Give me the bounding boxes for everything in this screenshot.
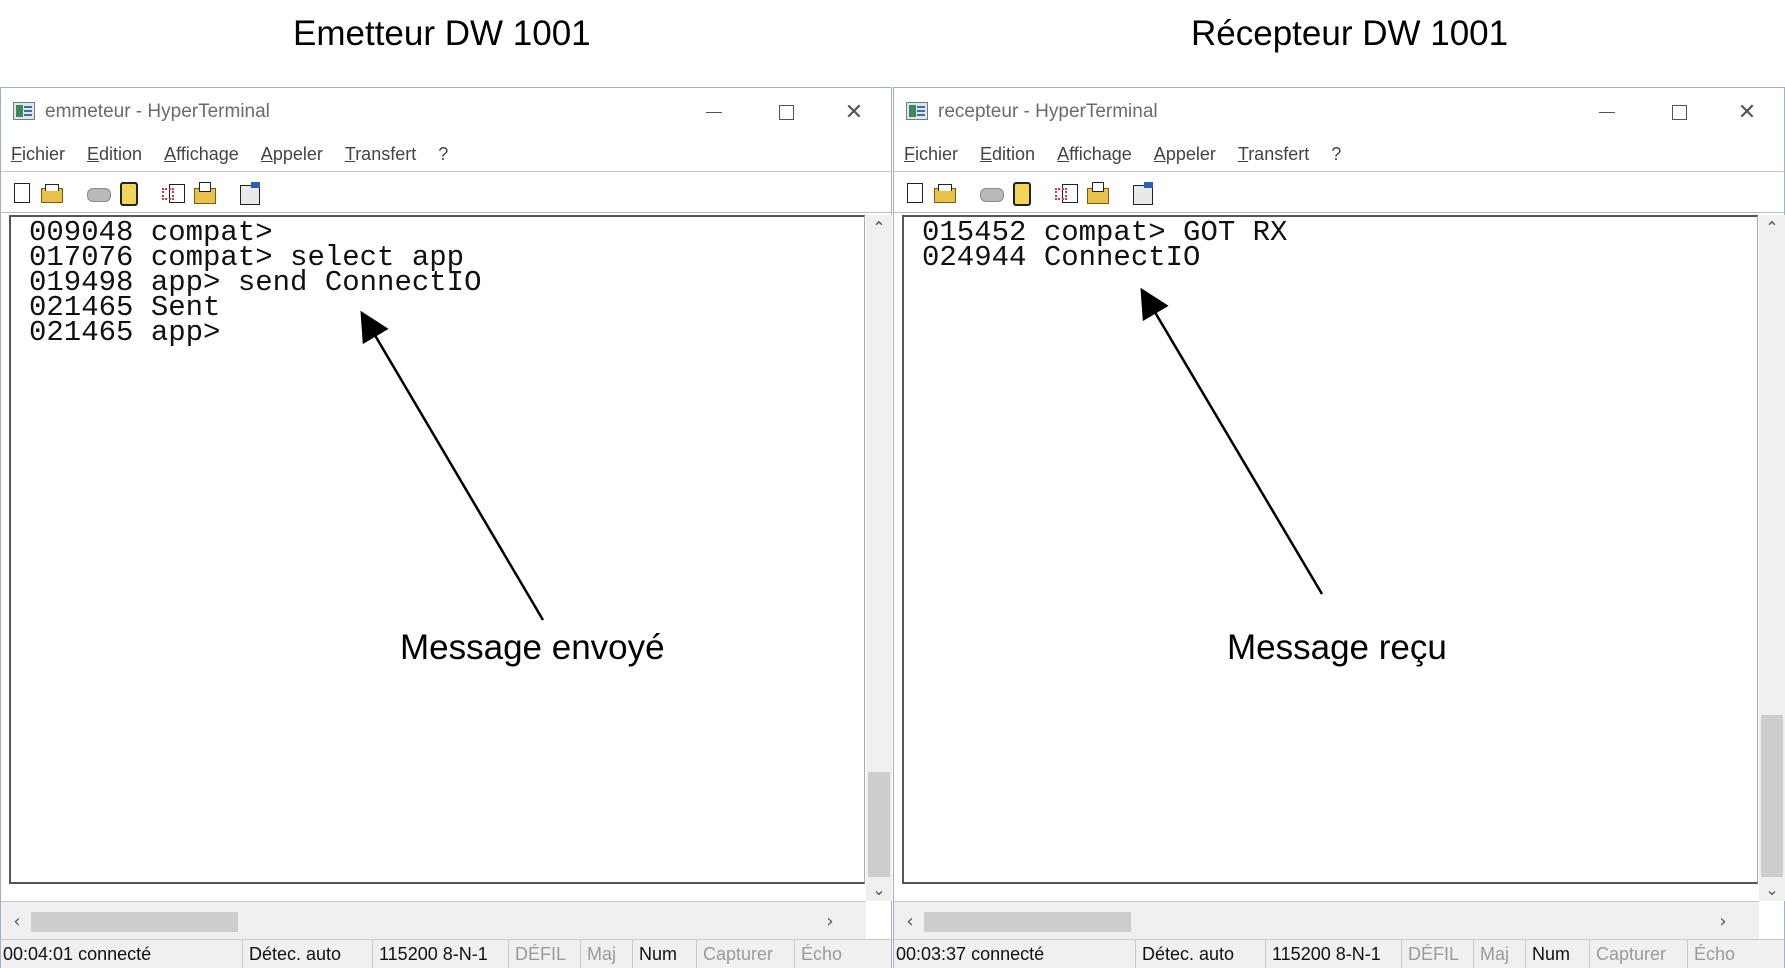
terminal-area[interactable]: 009048 compat> 017076 compat> select app…: [9, 215, 865, 884]
scroll-right-icon[interactable]: ›: [818, 909, 842, 933]
send-file-icon[interactable]: [1054, 180, 1080, 206]
scroll-up-icon[interactable]: ⌃: [866, 215, 892, 239]
vertical-scroll-thumb[interactable]: [868, 772, 890, 877]
close-icon: ✕: [844, 99, 864, 125]
caption-receiver: Récepteur DW 1001: [1191, 14, 1509, 53]
status-caps: Maj: [581, 939, 633, 968]
menu-fichier[interactable]: Fichier: [904, 144, 958, 165]
hyperterminal-icon[interactable]: [13, 102, 35, 120]
menu-transfert[interactable]: Transfert: [1238, 144, 1309, 165]
scroll-up-icon[interactable]: ⌃: [1759, 215, 1785, 239]
annotation-sent: Message envoyé: [400, 628, 665, 667]
window-emitter: emmeteur - HyperTerminal ✕ Fichier Editi…: [0, 87, 892, 968]
window-title: recepteur - HyperTerminal: [938, 101, 1158, 122]
scroll-left-icon[interactable]: ‹: [5, 909, 29, 933]
phone-icon[interactable]: [85, 180, 111, 206]
terminal-area[interactable]: 015452 compat> GOT RX 024944 ConnectIO: [902, 215, 1758, 884]
scroll-right-icon[interactable]: ›: [1711, 909, 1735, 933]
maximize-button[interactable]: [1646, 92, 1712, 132]
properties-icon[interactable]: [1130, 180, 1156, 206]
terminal-line: 024944 ConnectIO: [922, 241, 1201, 274]
vertical-scrollbar[interactable]: ⌃ ⌄: [866, 215, 892, 901]
horizontal-scrollbar[interactable]: ‹ ›: [1, 901, 866, 939]
menu-edition[interactable]: Edition: [980, 144, 1035, 165]
menu-bar: Fichier Edition Affichage Appeler Transf…: [1, 138, 891, 172]
properties-icon[interactable]: [237, 180, 263, 206]
terminal-line: 021465 app>: [29, 316, 221, 349]
status-port: 115200 8-N-1: [1266, 939, 1402, 968]
status-connection: 00:03:37 connecté: [894, 939, 1136, 968]
status-port: 115200 8-N-1: [373, 939, 509, 968]
menu-appeler[interactable]: Appeler: [1154, 144, 1216, 165]
minimize-icon: [1599, 111, 1615, 113]
status-echo: Écho: [1694, 944, 1736, 964]
toolbar: [1, 173, 891, 213]
horizontal-scrollbar[interactable]: ‹ ›: [894, 901, 1759, 939]
status-capture: Capturer: [697, 939, 795, 968]
send-file-icon[interactable]: [161, 180, 187, 206]
open-icon[interactable]: [932, 180, 958, 206]
status-connection: 00:04:01 connecté: [1, 939, 243, 968]
status-num: Num: [633, 939, 697, 968]
status-scroll: DÉFIL: [509, 939, 581, 968]
status-detect: Détec. auto: [1136, 939, 1266, 968]
new-icon[interactable]: [902, 180, 928, 206]
vertical-scroll-thumb[interactable]: [1761, 715, 1783, 877]
annotation-received: Message reçu: [1227, 628, 1447, 667]
minimize-icon: [706, 111, 722, 113]
hyperterminal-icon[interactable]: [906, 102, 928, 120]
menu-appeler[interactable]: Appeler: [261, 144, 323, 165]
status-detect: Détec. auto: [243, 939, 373, 968]
toolbar: [894, 173, 1784, 213]
horizontal-scroll-thumb[interactable]: [31, 912, 238, 932]
receive-file-icon[interactable]: [191, 180, 217, 206]
status-capture: Capturer: [1590, 939, 1688, 968]
window-title: emmeteur - HyperTerminal: [45, 101, 270, 122]
menu-help[interactable]: ?: [1331, 144, 1341, 165]
menu-transfert[interactable]: Transfert: [345, 144, 416, 165]
menu-bar: Fichier Edition Affichage Appeler Transf…: [894, 138, 1784, 172]
status-bar: 00:04:01 connecté Détec. auto 115200 8-N…: [1, 939, 891, 968]
horizontal-scroll-thumb[interactable]: [924, 912, 1131, 932]
status-caps: Maj: [1474, 939, 1526, 968]
receive-file-icon[interactable]: [1084, 180, 1110, 206]
status-num: Num: [1526, 939, 1590, 968]
menu-affichage[interactable]: Affichage: [1057, 144, 1132, 165]
status-bar: 00:03:37 connecté Détec. auto 115200 8-N…: [894, 939, 1784, 968]
open-icon[interactable]: [39, 180, 65, 206]
close-button[interactable]: ✕: [821, 92, 887, 132]
phone-icon[interactable]: [978, 180, 1004, 206]
menu-fichier[interactable]: Fichier: [11, 144, 65, 165]
hangup-icon[interactable]: [1008, 180, 1034, 206]
minimize-button[interactable]: [681, 92, 747, 132]
menu-help[interactable]: ?: [438, 144, 448, 165]
status-echo: Écho: [801, 944, 843, 964]
status-scroll: DÉFIL: [1402, 939, 1474, 968]
maximize-icon: [778, 104, 794, 120]
menu-affichage[interactable]: Affichage: [164, 144, 239, 165]
maximize-icon: [1671, 104, 1687, 120]
new-icon[interactable]: [9, 180, 35, 206]
menu-edition[interactable]: Edition: [87, 144, 142, 165]
hangup-icon[interactable]: [115, 180, 141, 206]
maximize-button[interactable]: [753, 92, 819, 132]
scroll-left-icon[interactable]: ‹: [898, 909, 922, 933]
scroll-down-icon[interactable]: ⌄: [1759, 877, 1785, 901]
title-bar[interactable]: recepteur - HyperTerminal ✕: [894, 88, 1784, 136]
scroll-down-icon[interactable]: ⌄: [866, 877, 892, 901]
title-bar[interactable]: emmeteur - HyperTerminal ✕: [1, 88, 891, 136]
close-button[interactable]: ✕: [1714, 92, 1780, 132]
window-receiver: recepteur - HyperTerminal ✕ Fichier Edit…: [893, 87, 1785, 968]
vertical-scrollbar[interactable]: ⌃ ⌄: [1759, 215, 1785, 901]
close-icon: ✕: [1737, 99, 1757, 125]
minimize-button[interactable]: [1574, 92, 1640, 132]
caption-emitter: Emetteur DW 1001: [293, 14, 591, 53]
